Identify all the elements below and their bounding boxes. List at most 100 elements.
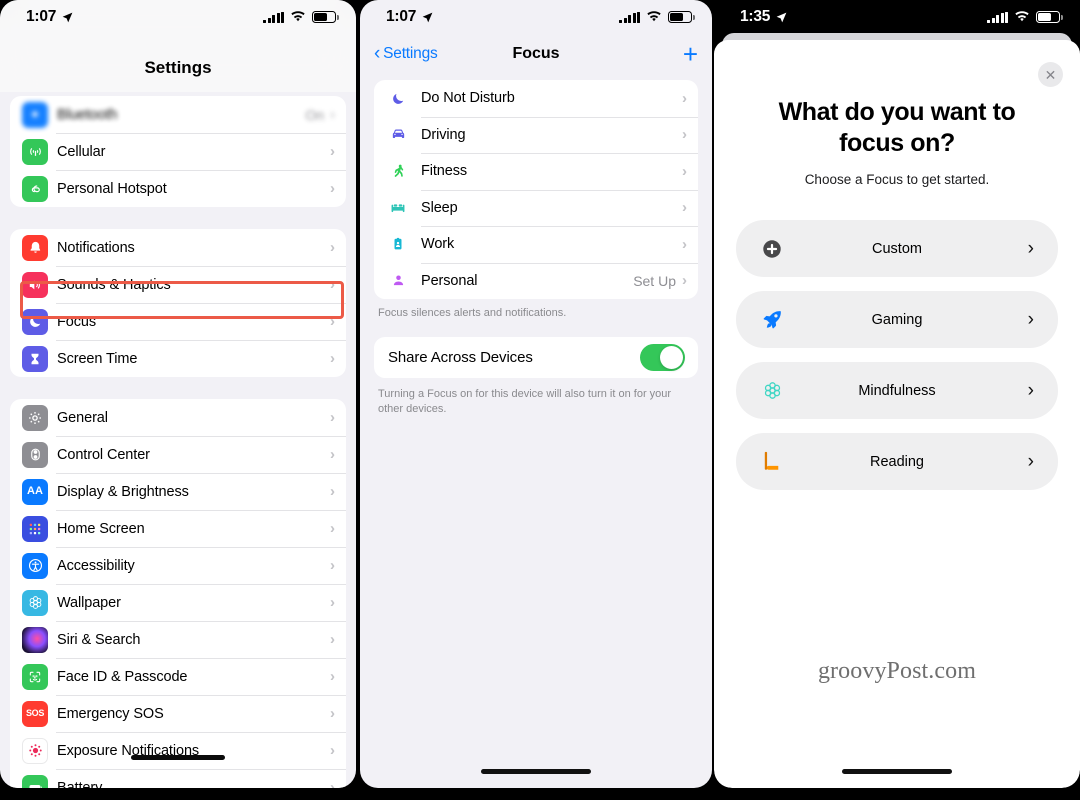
- settings-row-face-id-passcode[interactable]: Face ID & Passcode ›: [10, 658, 346, 695]
- wifi-icon: [1015, 11, 1029, 22]
- home-screen-icon: [22, 515, 48, 542]
- chevron-right-icon: ›: [330, 520, 335, 537]
- chevron-right-icon: ›: [330, 779, 335, 788]
- status-bar: 1:07: [0, 0, 356, 34]
- focus-option-mindfulness[interactable]: Mindfulness ›: [736, 362, 1058, 419]
- page-title: Focus: [512, 45, 560, 62]
- status-time: 1:07: [386, 8, 417, 25]
- settings-row-bluetooth[interactable]: ✦ Bluetooth On ›: [10, 96, 346, 133]
- focus-option-reading[interactable]: Reading ›: [736, 433, 1058, 490]
- settings-row-focus[interactable]: Focus ›: [10, 303, 346, 340]
- settings-row-screen-time[interactable]: Screen Time ›: [10, 340, 346, 377]
- person-icon: [388, 273, 408, 288]
- settings-row-cellular[interactable]: Cellular ›: [10, 133, 346, 170]
- settings-group-notifications: Notifications › Sounds & Haptics › Focus…: [10, 229, 346, 377]
- bed-icon: [388, 199, 408, 217]
- settings-row-home-screen[interactable]: Home Screen ›: [10, 510, 346, 547]
- focus-row-label: Fitness: [421, 163, 468, 180]
- settings-row-label: Notifications: [57, 239, 135, 256]
- focus-row-label: Sleep: [421, 199, 458, 216]
- settings-row-label: Bluetooth: [57, 106, 118, 123]
- share-across-devices-toggle[interactable]: [640, 343, 685, 371]
- settings-row-label: Siri & Search: [57, 631, 141, 648]
- focus-row-work[interactable]: Work ›: [374, 226, 698, 263]
- home-indicator: [481, 769, 591, 774]
- focus-row-sleep[interactable]: Sleep ›: [374, 189, 698, 227]
- chevron-right-icon: ›: [330, 409, 335, 426]
- settings-row-accessibility[interactable]: Accessibility ›: [10, 547, 346, 584]
- chevron-right-icon: ›: [1027, 451, 1034, 472]
- exposure-notifications-icon: [22, 737, 48, 764]
- settings-row-notifications[interactable]: Notifications ›: [10, 229, 346, 266]
- settings-row-emergency-sos[interactable]: SOS Emergency SOS ›: [10, 695, 346, 732]
- watermark: groovyPost.com: [817, 658, 977, 684]
- location-arrow-icon: [62, 12, 73, 22]
- settings-row-siri-search[interactable]: Siri & Search ›: [10, 621, 346, 658]
- sheet-subheading: Choose a Focus to get started.: [804, 172, 990, 187]
- settings-row-wallpaper[interactable]: Wallpaper ›: [10, 584, 346, 621]
- gear-icon: [22, 404, 48, 431]
- chevron-right-icon: ›: [330, 594, 335, 611]
- status-time: 1:35: [740, 8, 771, 25]
- car-icon: [388, 126, 408, 143]
- focus-row-label: Work: [421, 236, 455, 253]
- focus-row-fitness[interactable]: Fitness ›: [374, 153, 698, 190]
- home-indicator: [131, 755, 225, 760]
- settings-row-display-brightness[interactable]: AA Display & Brightness ›: [10, 473, 346, 510]
- notifications-bell-icon: [22, 234, 48, 261]
- focus-row-driving[interactable]: Driving ›: [374, 116, 698, 154]
- chevron-right-icon: ›: [330, 106, 335, 123]
- id-badge-icon: [388, 237, 408, 251]
- add-focus-button[interactable]: +: [683, 41, 698, 67]
- wifi-icon: [291, 11, 305, 22]
- moon-icon: [388, 91, 408, 106]
- status-time: 1:07: [26, 8, 57, 25]
- settings-row-general[interactable]: General ›: [10, 399, 346, 436]
- settings-row-control-center[interactable]: Control Center ›: [10, 436, 346, 473]
- focus-options-list: Custom › Gaming › Mindfulness › Reading …: [714, 220, 1080, 490]
- sheet-heading: What do you want to focus on?: [778, 98, 1016, 157]
- focus-row-value: Set Up: [633, 272, 676, 289]
- siri-icon: [22, 626, 48, 653]
- settings-scroll-area[interactable]: ✦ Bluetooth On › Cellular › Personal Hot…: [0, 0, 356, 788]
- settings-row-label: Sounds & Haptics: [57, 276, 171, 293]
- cellular-bars-icon: [619, 11, 640, 23]
- settings-row-label: Emergency SOS: [57, 705, 164, 722]
- settings-row-label: Battery: [57, 779, 103, 789]
- share-across-devices-label: Share Across Devices: [388, 348, 533, 366]
- status-time-group: 1:35: [740, 8, 788, 26]
- display-brightness-icon: AA: [22, 478, 48, 505]
- chevron-right-icon: ›: [682, 199, 687, 217]
- settings-row-label: Control Center: [57, 446, 150, 463]
- settings-screen: ✦ Bluetooth On › Cellular › Personal Hot…: [0, 0, 356, 788]
- settings-row-battery[interactable]: Battery ›: [10, 769, 346, 788]
- focus-option-label: Mindfulness: [858, 382, 936, 399]
- focus-row-do-not-disturb[interactable]: Do Not Disturb ›: [374, 80, 698, 117]
- settings-row-personal-hotspot[interactable]: Personal Hotspot ›: [10, 170, 346, 207]
- screenshot-stage: ✦ Bluetooth On › Cellular › Personal Hot…: [0, 0, 1080, 800]
- focus-row-personal[interactable]: Personal Set Up ›: [374, 262, 698, 300]
- wallpaper-icon: [22, 589, 48, 616]
- settings-row-exposure-notifications[interactable]: Exposure Notifications ›: [10, 732, 346, 769]
- rocket-icon: [760, 308, 784, 332]
- status-bar: 1:07: [360, 0, 712, 34]
- settings-row-label: General: [57, 409, 108, 426]
- book-icon: [760, 450, 784, 474]
- location-arrow-icon: [422, 12, 433, 22]
- status-indicators: [263, 11, 339, 23]
- settings-row-sounds-haptics[interactable]: Sounds & Haptics ›: [10, 266, 346, 303]
- share-across-devices-row[interactable]: Share Across Devices: [374, 336, 698, 378]
- status-bar: 1:35: [714, 0, 1080, 34]
- focus-modes-group: Do Not Disturb › Driving › Fitness › Sle…: [374, 80, 698, 299]
- chevron-right-icon: ›: [330, 742, 335, 759]
- focus-option-gaming[interactable]: Gaming ›: [736, 291, 1058, 348]
- focus-picker-sheet: ✕ What do you want to focus on? Choose a…: [714, 40, 1080, 788]
- close-icon[interactable]: ✕: [1038, 62, 1063, 87]
- settings-nav-bar: 1:07 Settings: [0, 0, 356, 92]
- hourglass-icon: [22, 345, 48, 372]
- hotspot-icon: [22, 175, 48, 202]
- chevron-right-icon: ›: [682, 272, 687, 290]
- focus-option-custom[interactable]: Custom ›: [736, 220, 1058, 277]
- focus-group-footer: Focus silences alerts and notifications.: [378, 307, 567, 319]
- moon-icon: [22, 308, 48, 335]
